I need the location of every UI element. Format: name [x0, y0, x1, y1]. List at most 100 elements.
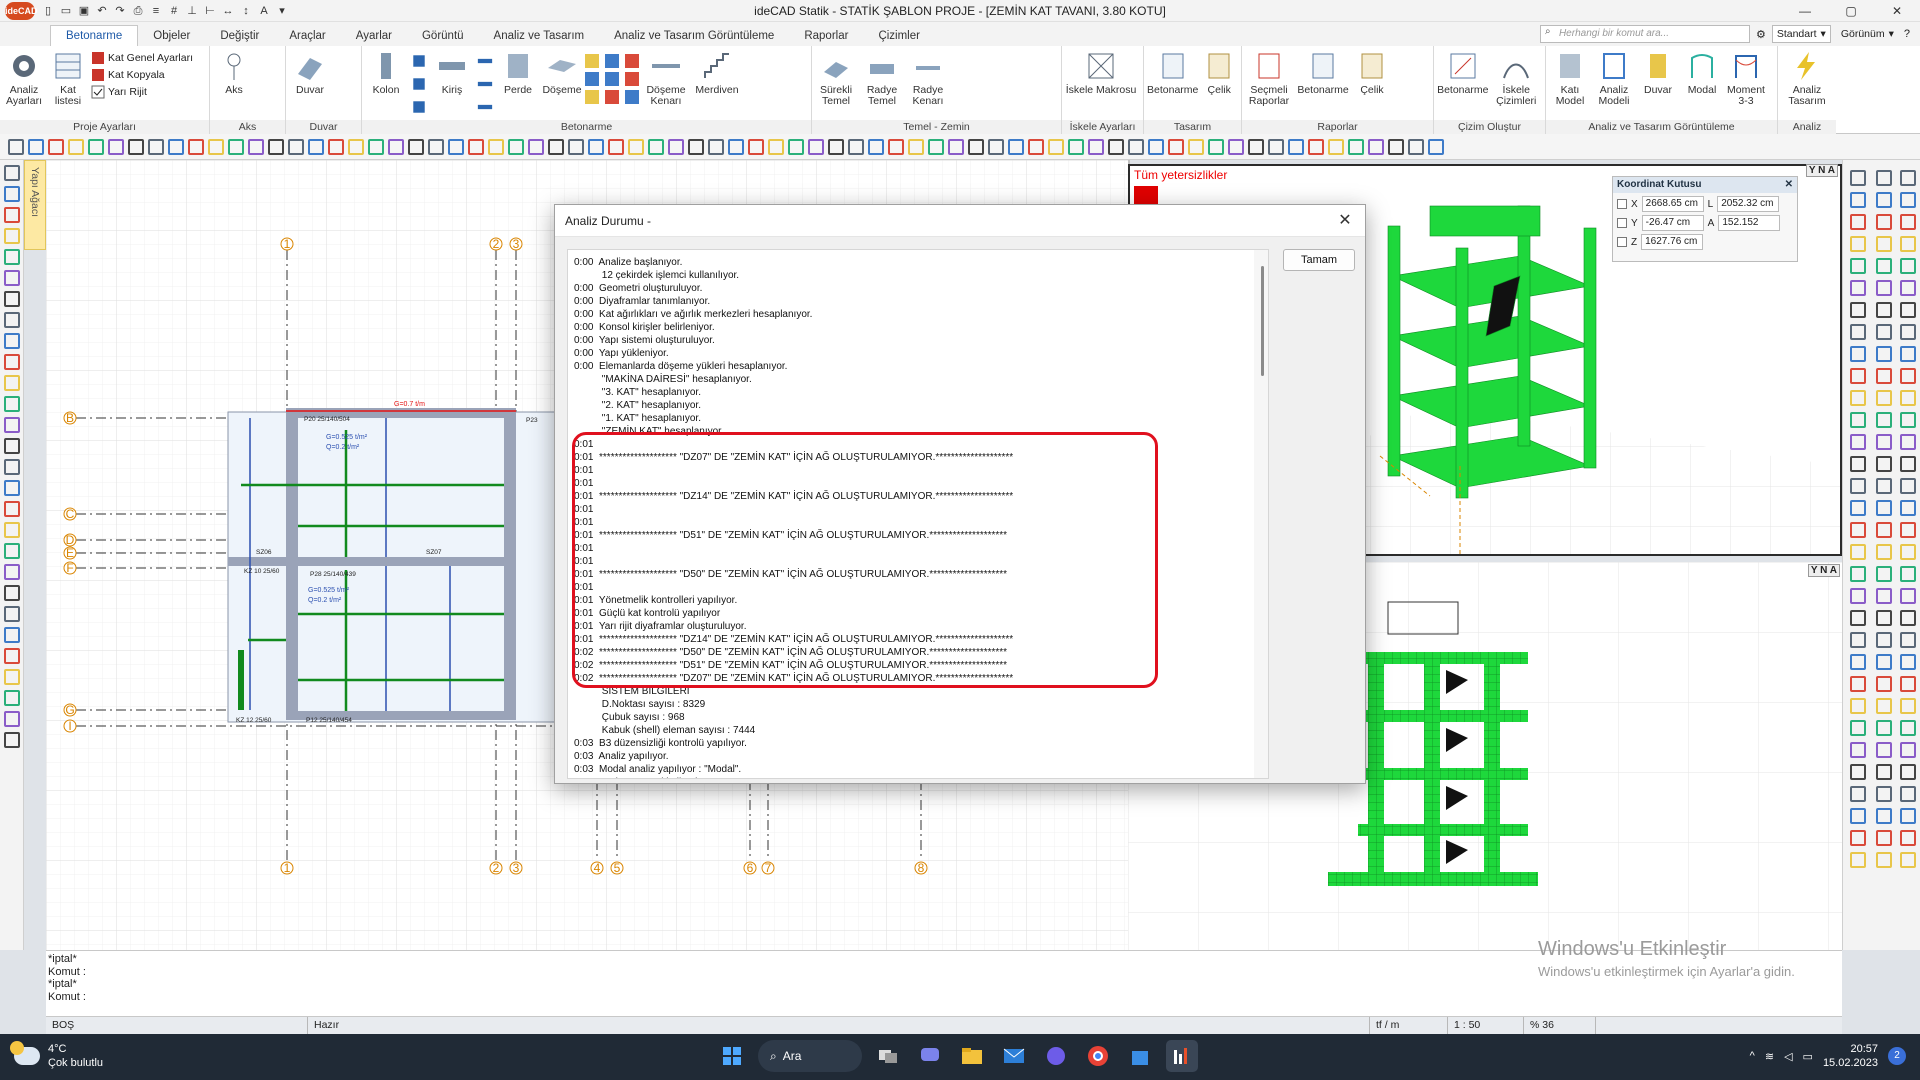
status-units[interactable]: tf / m [1370, 1017, 1448, 1035]
tab-degistir[interactable]: Değiştir [205, 26, 274, 46]
drawing-tool-icon[interactable] [748, 138, 764, 155]
view-tool-icon[interactable] [1850, 676, 1866, 692]
analysis-log[interactable]: 0:00 Analize başlanıyor. 12 çekirdek işl… [567, 249, 1269, 779]
view-tool-icon[interactable] [1900, 412, 1916, 428]
settings-icon[interactable]: ⚙ [1756, 28, 1766, 41]
drawing-tool-icon[interactable] [268, 138, 284, 155]
app-logo[interactable]: ideCAD [0, 0, 40, 22]
view-tool-icon[interactable] [1900, 786, 1916, 802]
slab-tool-icon[interactable] [625, 72, 639, 86]
drawing-tool-icon[interactable] [1288, 138, 1304, 155]
drawing-tool-icon[interactable] [68, 138, 84, 155]
view-tool-icon[interactable] [1876, 742, 1892, 758]
view-tool-icon[interactable] [1850, 544, 1866, 560]
view-tool-icon[interactable] [1900, 192, 1916, 208]
weather-widget[interactable]: 4°C Çok bulutlu [10, 1041, 103, 1070]
view-tool-icon[interactable] [1900, 324, 1916, 340]
wifi-icon[interactable]: ≋ [1765, 1050, 1774, 1063]
rapor-celik-button[interactable]: Çelik [1351, 48, 1393, 96]
view-tool-icon[interactable] [1850, 764, 1866, 780]
drawing-tool-icon[interactable] [688, 138, 704, 155]
view-tool-icon[interactable] [1876, 192, 1892, 208]
view-tool-icon[interactable] [1850, 698, 1866, 714]
tab-analiz-tasarim[interactable]: Analiz ve Tasarım [479, 26, 600, 46]
view-tool-icon[interactable] [1876, 478, 1892, 494]
view-tool-icon[interactable] [1876, 808, 1892, 824]
side-tool-icon[interactable] [3, 501, 20, 517]
view-tool-icon[interactable] [1876, 566, 1892, 582]
clock[interactable]: 20:57 15.02.2023 [1823, 1042, 1878, 1070]
status-zoom[interactable]: % 36 [1524, 1017, 1596, 1035]
view-tool-icon[interactable] [1900, 720, 1916, 736]
tab-ayarlar[interactable]: Ayarlar [341, 26, 407, 46]
file-explorer-icon[interactable] [956, 1040, 988, 1072]
view-tool-icon[interactable] [1900, 302, 1916, 318]
text-style-icon[interactable]: A [256, 3, 272, 19]
dimension-icon[interactable]: ↔ [220, 3, 236, 19]
drawing-tool-icon[interactable] [1128, 138, 1144, 155]
notification-badge[interactable]: 2 [1888, 1047, 1906, 1065]
side-tool-icon[interactable] [3, 606, 20, 622]
side-tool-icon[interactable] [3, 186, 20, 202]
view-tool-icon[interactable] [1850, 302, 1866, 318]
new-file-icon[interactable]: ▯ [40, 3, 56, 19]
drawing-tool-icon[interactable] [508, 138, 524, 155]
drawing-tool-icon[interactable] [1048, 138, 1064, 155]
perde-button[interactable]: Perde [497, 48, 539, 96]
drawing-tool-icon[interactable] [88, 138, 104, 155]
side-tool-icon[interactable] [3, 354, 20, 370]
view-tool-icon[interactable] [1850, 566, 1866, 582]
drawing-tool-icon[interactable] [908, 138, 924, 155]
side-tool-icon[interactable] [3, 732, 20, 748]
view-tool-icon[interactable] [1876, 500, 1892, 516]
analiz-tasarim-button[interactable]: Analiz Tasarım [1781, 48, 1833, 107]
drawing-tool-icon[interactable] [668, 138, 684, 155]
view-tool-icon[interactable] [1850, 588, 1866, 604]
drawing-tool-icon[interactable] [628, 138, 644, 155]
battery-icon[interactable]: ▭ [1803, 1050, 1813, 1063]
drawing-tool-icon[interactable] [1328, 138, 1344, 155]
drawing-tool-icon[interactable] [548, 138, 564, 155]
view-tool-icon[interactable] [1876, 654, 1892, 670]
side-tool-icon[interactable] [3, 417, 20, 433]
view-tool-icon[interactable] [1900, 346, 1916, 362]
drawing-tool-icon[interactable] [328, 138, 344, 155]
coord-y-checkbox[interactable] [1617, 218, 1627, 228]
view-tool-icon[interactable] [1850, 654, 1866, 670]
view-tool-icon[interactable] [1900, 632, 1916, 648]
command-search-input[interactable]: Herhangi bir komut ara... [1539, 25, 1750, 43]
slab-tool-icon[interactable] [585, 54, 599, 68]
drawing-tool-icon[interactable] [808, 138, 824, 155]
arrow-icon[interactable]: ↕ [238, 3, 254, 19]
radye-kenari-button[interactable]: Radye Kenarı [907, 48, 949, 107]
drawing-tool-icon[interactable] [528, 138, 544, 155]
tamam-button[interactable]: Tamam [1283, 249, 1355, 271]
store-icon[interactable] [1124, 1040, 1156, 1072]
coord-y-field[interactable]: -26.47 cm [1641, 215, 1704, 231]
grid-icon[interactable]: # [166, 3, 182, 19]
view-tool-icon[interactable] [1850, 478, 1866, 494]
drawing-tool-icon[interactable] [1268, 138, 1284, 155]
side-tool-icon[interactable] [3, 459, 20, 475]
view-tool-icon[interactable] [1850, 500, 1866, 516]
coord-a-field[interactable]: 152.152 [1718, 215, 1781, 231]
view-tool-icon[interactable] [1876, 324, 1892, 340]
side-tool-icon[interactable] [3, 291, 20, 307]
drawing-tool-icon[interactable] [828, 138, 844, 155]
drawing-tool-icon[interactable] [1408, 138, 1424, 155]
view-tool-icon[interactable] [1900, 764, 1916, 780]
side-tool-icon[interactable] [3, 690, 20, 706]
view-tool-icon[interactable] [1850, 324, 1866, 340]
view-tool-icon[interactable] [1900, 478, 1916, 494]
slab-tool-icon[interactable] [605, 90, 619, 104]
slab-tool-icon[interactable] [605, 54, 619, 68]
kati-model-button[interactable]: Katı Model [1549, 48, 1591, 107]
drawing-tool-icon[interactable] [468, 138, 484, 155]
view-tool-icon[interactable] [1876, 412, 1892, 428]
slab-tool-icon[interactable] [585, 72, 599, 86]
view-tool-icon[interactable] [1900, 742, 1916, 758]
print-icon[interactable]: ⎙ [130, 3, 146, 19]
drawing-tool-icon[interactable] [1368, 138, 1384, 155]
view-buttons[interactable]: Y N A [1805, 164, 1838, 177]
doseme-button[interactable]: Döşeme [541, 48, 583, 96]
